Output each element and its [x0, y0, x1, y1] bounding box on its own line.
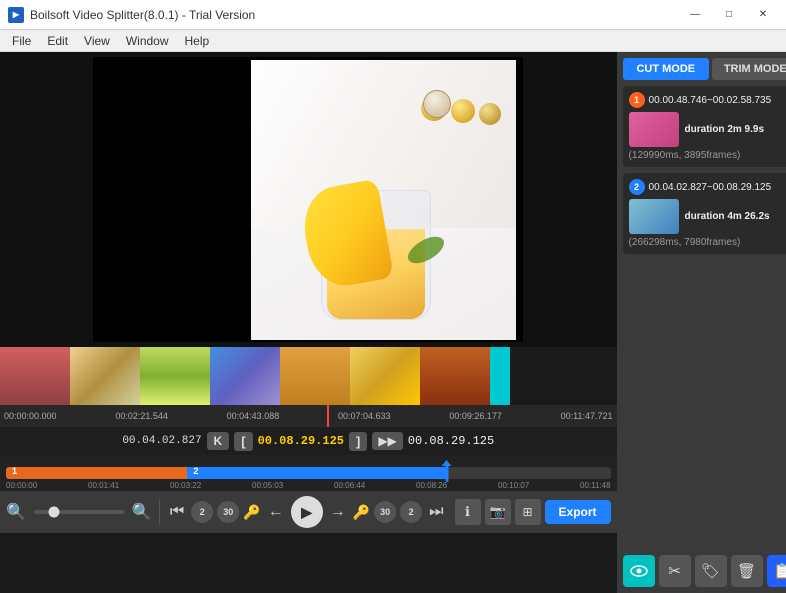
camera-button[interactable]: 📷	[485, 499, 511, 525]
menu-view[interactable]: View	[76, 32, 118, 50]
divider-1	[159, 500, 160, 524]
mode-buttons: CUT MODE TRIM MODE	[623, 58, 786, 80]
seg-num-2: 2	[629, 179, 645, 195]
tag-button[interactable]: 🏷	[695, 555, 727, 587]
progress-playhead	[446, 464, 449, 482]
seg-1-duration: duration 2m 9.9s	[685, 124, 764, 135]
zoom-out-icon: 🔍	[132, 502, 152, 522]
right-panel: CUT MODE TRIM MODE 1 00.00.48.746~00.02.…	[617, 52, 786, 593]
timeline-ruler: 00:00:00.000 00:02:21.544 00:04:43.088 0…	[0, 405, 617, 427]
play-button[interactable]: ▶	[291, 496, 323, 528]
skip-to-end-button[interactable]: ⏭	[426, 500, 446, 524]
seg-1-frames: (129990ms, 3895frames)	[629, 150, 786, 161]
skip-to-start-button[interactable]: ⏮	[167, 500, 187, 524]
segment-toolbar: ✂ 🏷 🗑 📋	[623, 555, 786, 587]
ruler-label-2: 00:04:43.088	[227, 411, 280, 421]
thumb-1	[0, 347, 70, 405]
ruler-label-1: 00:02:21.544	[115, 411, 168, 421]
ruler-label-0: 00:00:00.000	[4, 411, 57, 421]
menu-edit[interactable]: Edit	[39, 32, 76, 50]
back-2min-button[interactable]: 2	[191, 501, 213, 523]
thumb-3	[140, 347, 210, 405]
minimize-button[interactable]: —	[680, 5, 710, 25]
delete-segment-button[interactable]: 🗑	[731, 555, 763, 587]
cut-mode-button[interactable]: CUT MODE	[623, 58, 710, 80]
window-controls: — □ ✕	[680, 5, 778, 25]
zoom-slider[interactable]	[34, 510, 124, 514]
window-title: Boilsoft Video Splitter(8.0.1) - Trial V…	[30, 8, 680, 22]
segment-card-1: 1 00.00.48.746~00.02.58.735 duration 2m …	[623, 86, 786, 167]
info-button[interactable]: ℹ	[455, 499, 481, 525]
close-button[interactable]: ✕	[748, 5, 778, 25]
view-segments-button[interactable]	[623, 555, 655, 587]
clipboard-button[interactable]: 📋	[767, 555, 786, 587]
seg-2-thumb	[629, 199, 679, 234]
bracket-close-button[interactable]: ]	[349, 432, 367, 451]
key-icon-right: 🔑	[353, 504, 370, 521]
zoom-knob	[48, 507, 59, 518]
thumb-4	[210, 347, 280, 405]
fwd-frame-button[interactable]: →	[327, 500, 349, 524]
timecode-bar: 00.04.02.827 K [ 00.08.29.125 ] ▶▶ 00.08…	[0, 427, 617, 455]
progress-area: 1 2 00:00:00 00:01:41 00:03:22 00:05:03 …	[0, 455, 617, 491]
thumb-6	[350, 347, 420, 405]
window-button[interactable]: ⊞	[515, 499, 541, 525]
title-bar: ▶ Boilsoft Video Splitter(8.0.1) - Trial…	[0, 0, 786, 30]
segment-card-2: 2 00.04.02.827~00.08.29.125 duration 4m …	[623, 173, 786, 254]
thumb-5	[280, 347, 350, 405]
timecode-left: 00.04.02.827	[122, 435, 201, 447]
k-button[interactable]: K	[207, 432, 230, 450]
thumb-7	[420, 347, 490, 405]
seg-2-frames: (266298ms, 7980frames)	[629, 237, 786, 248]
seg-1-thumb	[629, 112, 679, 147]
menu-window[interactable]: Window	[118, 32, 177, 50]
ruler-label-4: 00:09:26.177	[449, 411, 502, 421]
seg-2-duration: duration 4m 26.2s	[685, 211, 770, 222]
menu-file[interactable]: File	[4, 32, 39, 50]
menu-bar: File Edit View Window Help	[0, 30, 786, 52]
maximize-button[interactable]: □	[714, 5, 744, 25]
cut-button[interactable]: ✂	[659, 555, 691, 587]
timecode-center: 00.08.29.125	[258, 434, 344, 448]
progress-track[interactable]: 1 2	[6, 467, 611, 479]
bracket-open-button[interactable]: [	[234, 432, 252, 451]
fwd-30s-button[interactable]: 30	[374, 501, 396, 523]
trim-mode-button[interactable]: TRIM MODE	[712, 58, 786, 80]
fwd-2min-button[interactable]: 2	[400, 501, 422, 523]
thumb-8	[490, 347, 510, 405]
thumb-2	[70, 347, 140, 405]
timecode-right: 00.08.29.125	[408, 434, 494, 448]
playhead-ruler	[327, 405, 329, 427]
controls-bar: 🔍 🔍 ⏮ 2 30 🔑 ← ▶ → 🔑 30 2 ⏭ ℹ 📷 ⊞ Export	[0, 491, 617, 533]
seg-1-timerange: 00.00.48.746~00.02.58.735	[649, 95, 772, 106]
back-frame-button[interactable]: ←	[265, 500, 287, 524]
video-preview	[0, 52, 617, 347]
zoom-icon: 🔍	[6, 502, 26, 522]
app-icon: ▶	[8, 7, 24, 23]
export-button[interactable]: Export	[545, 500, 611, 524]
back-30s-button[interactable]: 30	[217, 501, 239, 523]
ruler-label-3: 00:07:04.633	[338, 411, 391, 421]
progress-time-labels: 00:00:00 00:01:41 00:03:22 00:05:03 00:0…	[6, 481, 611, 490]
nav-next-button[interactable]: ▶▶	[372, 432, 402, 450]
menu-help[interactable]: Help	[177, 32, 218, 50]
ruler-label-5: 00:11:47.721	[561, 411, 613, 421]
segment-2-fill: 2	[187, 467, 447, 479]
segment-1-fill: 1	[6, 467, 187, 479]
seg-2-timerange: 00.04.02.827~00.08.29.125	[649, 182, 772, 193]
key-icon-left: 🔑	[243, 504, 260, 521]
seg-num-1: 1	[629, 92, 645, 108]
thumbnail-strip	[0, 347, 617, 405]
